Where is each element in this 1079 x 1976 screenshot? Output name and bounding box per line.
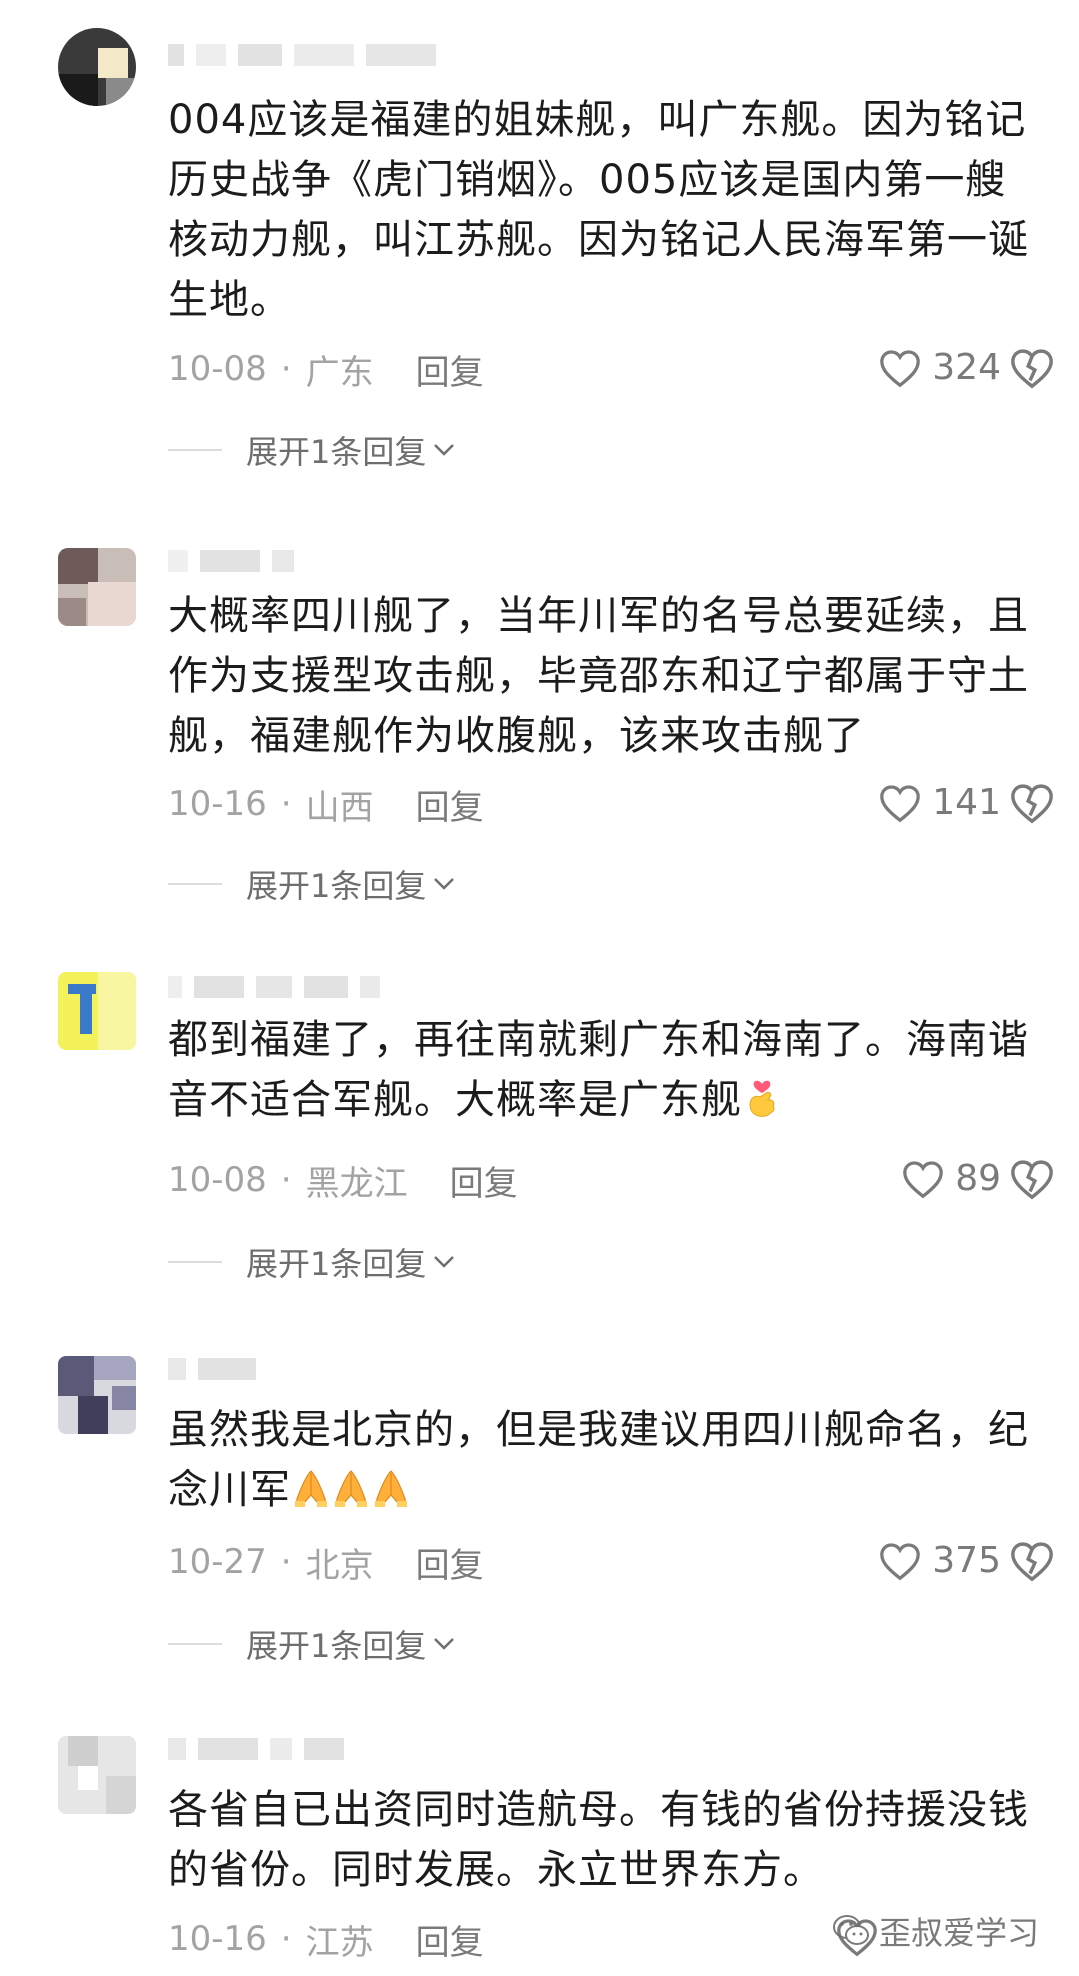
expand-replies-label: 展开1条回复	[246, 433, 427, 471]
chevron-down-icon	[434, 444, 455, 456]
comment-date: 10-27	[168, 1542, 267, 1582]
comment-text: 都到福建了，再往南就剩广东和海南了。海南谐音不适合军舰。大概率是广东舰	[168, 1010, 1038, 1130]
reply-button[interactable]: 回复	[416, 780, 484, 829]
meta-separator: ·	[280, 1542, 292, 1582]
folded-hands-emoji-icon	[335, 1470, 367, 1507]
expand-replies-label: 展开1条回复	[246, 1627, 427, 1665]
broken-heart-icon[interactable]	[1009, 346, 1055, 390]
broken-heart-icon[interactable]	[1009, 1539, 1055, 1583]
comment-text: 虽然我是北京的，但是我建议用四川舰命名，纪念川军	[168, 1400, 1038, 1520]
comment-text: 各省自已出资同时造航母。有钱的省份持援没钱的省份。同时发展。永立世界东方。	[168, 1787, 1029, 1893]
username-blurred[interactable]	[168, 1736, 344, 1762]
meta-separator: ·	[280, 1919, 292, 1959]
username-blurred[interactable]	[168, 548, 294, 574]
expand-replies-label: 展开1条回复	[246, 1245, 427, 1283]
comment-date: 10-08	[168, 1160, 267, 1200]
expand-replies-button[interactable]: 展开1条回复	[168, 862, 456, 906]
comment-location: 广东	[305, 352, 374, 393]
avatar[interactable]	[58, 1736, 136, 1814]
like-button[interactable]: 324	[878, 347, 1001, 388]
comment-location: 北京	[305, 1545, 374, 1586]
avatar[interactable]	[58, 1356, 136, 1434]
comment-date: 10-08	[168, 349, 267, 389]
comment-text: 大概率四川舰了，当年川军的名号总要延续，且作为支援型攻击舰，毕竟邵东和辽宁都属于…	[168, 593, 1029, 759]
username-blurred[interactable]	[168, 974, 380, 1000]
comment-date: 10-16	[168, 1919, 267, 1959]
avatar[interactable]	[58, 548, 136, 626]
reply-button[interactable]: 回复	[416, 1915, 484, 1964]
reply-button[interactable]: 回复	[416, 1538, 484, 1587]
watermark-text: 歪叔爱学习	[878, 1914, 1039, 1952]
comment-location: 江苏	[305, 1922, 374, 1963]
comment-date: 10-16	[168, 784, 267, 824]
chevron-down-icon	[434, 878, 455, 890]
avatar[interactable]	[58, 972, 136, 1050]
username-blurred[interactable]	[168, 1356, 256, 1382]
like-button[interactable]: 141	[878, 782, 1001, 823]
username-blurred[interactable]	[168, 42, 436, 68]
watermark: 歪叔爱学习	[831, 1908, 1039, 1954]
reply-button[interactable]: 回复	[416, 345, 484, 394]
folded-hands-emoji-icon	[295, 1470, 327, 1507]
comment-location: 山西	[305, 787, 374, 828]
heart-outline-icon	[903, 1160, 944, 1198]
folded-hands-emoji-icon	[375, 1470, 407, 1507]
divider-line	[168, 449, 222, 451]
expand-replies-button[interactable]: 展开1条回复	[168, 1240, 456, 1284]
expand-replies-button[interactable]: 展开1条回复	[168, 428, 456, 472]
like-count: 141	[932, 782, 1001, 823]
chevron-down-icon	[434, 1638, 455, 1650]
broken-heart-icon[interactable]	[1009, 781, 1055, 825]
like-count: 324	[932, 347, 1001, 388]
heart-outline-icon	[880, 784, 921, 822]
divider-line	[168, 1643, 222, 1645]
broken-heart-icon[interactable]	[1009, 1157, 1055, 1201]
meta-separator: ·	[280, 784, 292, 824]
heart-outline-icon	[880, 1542, 921, 1580]
like-count: 89	[955, 1158, 1001, 1199]
divider-line	[168, 1261, 222, 1263]
like-button[interactable]: 89	[901, 1158, 1001, 1199]
reply-button[interactable]: 回复	[450, 1156, 518, 1205]
expand-replies-button[interactable]: 展开1条回复	[168, 1622, 456, 1666]
meta-separator: ·	[280, 1160, 292, 1200]
comment-text-body: 都到福建了，再往南就剩广东和海南了。海南谐音不适合军舰。大概率是广东舰	[168, 1017, 1029, 1123]
expand-replies-label: 展开1条回复	[246, 867, 427, 905]
chevron-down-icon	[434, 1256, 455, 1268]
finger-heart-emoji-icon	[749, 1080, 775, 1117]
comment-text: 004应该是福建的姐妹舰，叫广东舰。因为铭记历史战争《虎门销烟》。005应该是国…	[168, 97, 1029, 323]
like-button[interactable]: 375	[878, 1540, 1001, 1581]
divider-line	[168, 883, 222, 885]
comment-location: 黑龙江	[305, 1163, 408, 1204]
heart-outline-icon	[880, 349, 921, 387]
meta-separator: ·	[280, 349, 292, 389]
like-count: 375	[932, 1540, 1001, 1581]
wechat-icon	[832, 1915, 869, 1945]
avatar[interactable]	[58, 28, 136, 106]
